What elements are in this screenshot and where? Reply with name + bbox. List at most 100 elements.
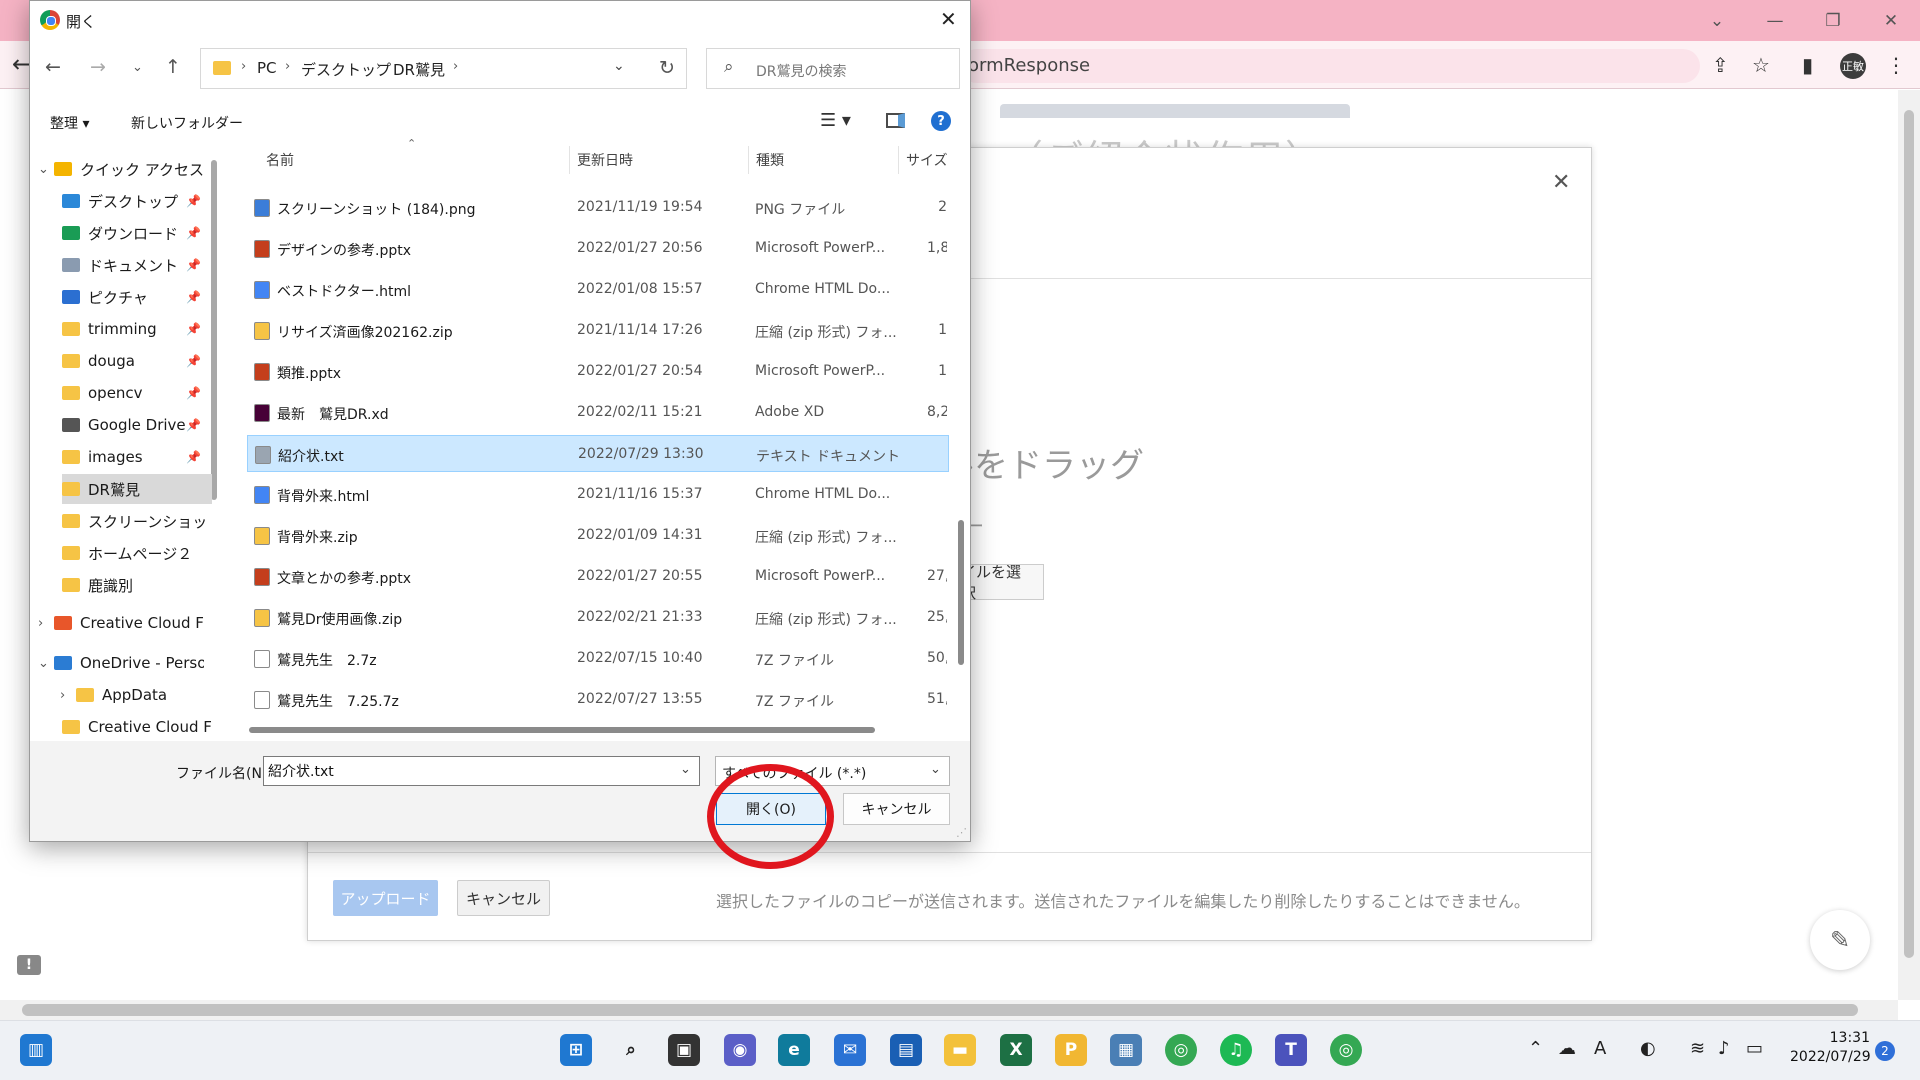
task-view-icon[interactable]: ▣ [668,1034,700,1066]
chevron-up-icon[interactable]: ⌃ [1528,1038,1543,1059]
kebab-menu-icon[interactable]: ⋮ [1886,53,1906,77]
recent-locations-chevron-icon[interactable]: ⌄ [132,60,143,75]
form-header-strip [1000,104,1350,118]
search-icon[interactable]: ⌕ [615,1034,647,1066]
file-row[interactable]: 鷲見先生 2.7z 2022/07/15 10:40 7Z ファイル 50,8 [247,640,949,677]
bookmark-star-icon[interactable]: ☆ [1752,53,1770,77]
filename-input[interactable] [263,756,700,786]
file-row[interactable]: ベストドクター.html 2022/01/08 15:57 Chrome HTML … [247,271,949,308]
url-text: ormResponse [968,55,1091,76]
python-icon[interactable]: P [1055,1034,1087,1066]
restore-icon[interactable]: ❐ [1804,0,1862,41]
calendar-icon[interactable]: ▤ [890,1034,922,1066]
file-row[interactable]: 類推.pptx 2022/01/27 20:54 Microsoft PowerP.… [247,353,949,390]
side-panel-icon[interactable]: ▮ [1802,53,1813,77]
nav-item[interactable]: 鹿識別 [62,570,212,600]
file-row[interactable]: 背骨外来.html 2021/11/16 15:37 Chrome HTML Do.… [247,476,949,513]
zip-folder-icon [254,609,270,627]
battery-icon[interactable]: ▭ [1746,1038,1763,1059]
chevron-down-icon[interactable]: ⌄ [680,762,691,777]
minimize-icon[interactable]: — [1746,0,1804,41]
column-header-name[interactable]: 名前 [266,150,294,170]
refresh-icon[interactable]: ↻ [659,57,675,79]
nav-item[interactable]: OneDrive - Personal [54,648,204,678]
organize-button[interactable]: 整理 ▾ [50,113,89,133]
ime-indicator[interactable]: A [1594,1038,1606,1059]
upload-button[interactable]: アップロード [333,880,438,916]
up-arrow-icon[interactable]: ↑ [165,56,181,78]
file-list-horizontal-scrollbar[interactable] [249,727,875,733]
nav-item[interactable]: Creative Cloud Files [54,608,204,638]
chevron-right-icon[interactable]: › [60,680,65,710]
cancel-button[interactable]: キャンセル [843,793,950,825]
file-row[interactable]: 紹介状.txt 2022/07/29 13:30 テキスト ドキュメント [247,435,949,472]
view-options-icon[interactable]: ☰ ▾ [820,110,851,131]
wifi-icon[interactable]: ≋ [1690,1038,1705,1059]
edit-pencil-icon[interactable]: ✎ [1810,910,1870,970]
teams-icon[interactable]: T [1275,1034,1307,1066]
edge-icon[interactable]: e [778,1034,810,1066]
file-explorer-icon[interactable]: ▬ [944,1034,976,1066]
breadcrumb-segment[interactable]: DR鷲見 [393,59,445,80]
close-icon[interactable]: ✕ [1552,170,1570,195]
upload-cancel-button[interactable]: キャンセル [457,880,550,916]
nav-item[interactable]: AppData [76,680,226,710]
chevron-down-icon[interactable]: ⌄ [1688,0,1746,41]
column-header-size[interactable]: サイズ [906,150,948,170]
resize-grip-icon[interactable]: ⋰ [956,826,967,839]
nav-item[interactable]: Creative Cloud Files [62,712,212,742]
folder-icon [62,386,80,400]
preview-pane-icon[interactable] [886,113,905,128]
close-icon[interactable]: ✕ [940,7,957,31]
file-row[interactable]: 鷲見Dr使用画像.zip 2022/02/21 21:33 圧縮 (zip 形式) … [247,599,949,636]
file-row[interactable]: リサイズ済画像202162.zip 2021/11/14 17:26 圧縮 (zip… [247,312,949,349]
close-icon[interactable]: ✕ [1862,0,1920,41]
spotify-icon[interactable]: ♫ [1220,1034,1252,1066]
help-icon[interactable]: ? [931,111,951,131]
focus-icon[interactable]: ◐ [1640,1038,1656,1059]
file-row[interactable]: 背骨外来.zip 2022/01/09 14:31 圧縮 (zip 形式) フォ..… [247,517,949,554]
back-arrow-icon[interactable]: ← [45,56,61,78]
chevron-down-icon[interactable]: ⌄ [613,58,625,74]
chevron-right-icon[interactable]: › [38,608,43,638]
feedback-icon[interactable]: ! [17,955,41,975]
file-row[interactable]: 最新 鷲見DR.xd 2022/02/11 15:21 Adobe XD 8,2 [247,394,949,431]
column-header-type[interactable]: 種類 [756,150,784,170]
volume-icon[interactable]: ♪ [1718,1038,1730,1059]
nav-item[interactable]: DR鷲見 [62,474,212,504]
file-row[interactable]: 鷲見先生 7.25.7z 2022/07/27 13:55 7Z ファイル 51,3 [247,681,949,718]
file-row[interactable]: デザインの参考.pptx 2022/01/27 20:56 Microsoft Po… [247,230,949,267]
breadcrumb-segment[interactable]: PC [257,59,277,77]
photos-icon[interactable]: ▦ [1110,1034,1142,1066]
chevron-down-icon[interactable]: ⌄ [38,648,49,678]
clock[interactable]: 13:31 2022/07/29 [1790,1029,1871,1067]
nav-item[interactable]: クイック アクセス [54,154,204,184]
new-folder-button[interactable]: 新しいフォルダー [131,113,243,133]
notification-badge[interactable]: 2 [1875,1041,1895,1061]
profile-avatar[interactable]: 正敏 [1840,53,1866,79]
file-row[interactable]: 文章とかの参考.pptx 2022/01/27 20:55 Microsoft Po… [247,558,949,595]
forward-arrow-icon[interactable]: → [90,56,106,78]
file-type: Microsoft PowerP... [755,240,886,256]
pin-icon: 📌 [186,418,201,432]
page-horizontal-scroll-thumb[interactable] [22,1004,1858,1016]
chevron-down-icon[interactable]: ⌄ [930,762,941,777]
start-icon[interactable]: ⊞ [560,1034,592,1066]
mail-icon[interactable]: ✉ [834,1034,866,1066]
widgets-icon[interactable]: ▥ [20,1034,52,1066]
file-list-vertical-scrollbar[interactable] [958,520,964,665]
column-header-date[interactable]: 更新日時 [577,150,633,170]
onedrive-tray-icon[interactable]: ☁ [1558,1038,1576,1059]
share-icon[interactable]: ⇪ [1712,53,1729,77]
page-vertical-scroll-thumb[interactable] [1904,110,1914,958]
chevron-down-icon[interactable]: ⌄ [38,154,49,184]
chrome-profile-icon[interactable]: ◎ [1330,1034,1362,1066]
chat-icon[interactable]: ◉ [724,1034,756,1066]
chrome-icon[interactable]: ◎ [1165,1034,1197,1066]
excel-icon[interactable]: X [1000,1034,1032,1066]
divider [308,852,1591,853]
select-file-button[interactable]: イルを選択 [960,563,1044,602]
nav-item[interactable]: スクリーンショット [62,506,212,536]
nav-item[interactable]: ホームページ２ [62,538,212,568]
file-row[interactable]: スクリーンショット (184).png 2021/11/19 19:54 PNG フ… [247,189,949,226]
